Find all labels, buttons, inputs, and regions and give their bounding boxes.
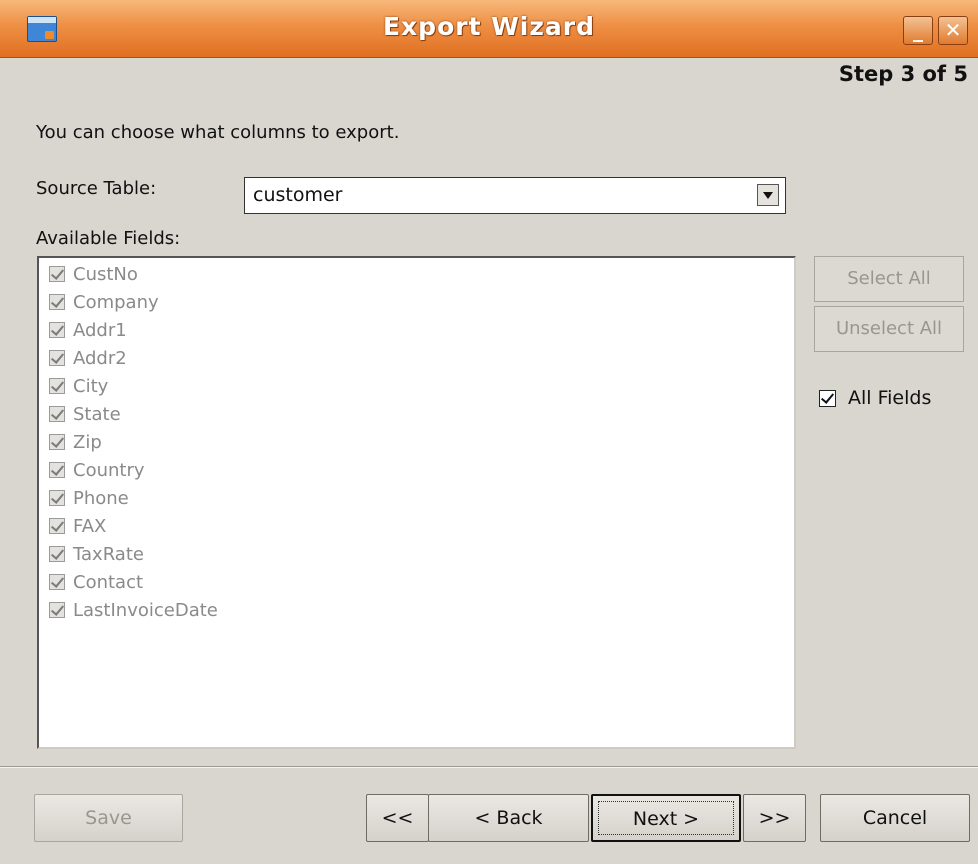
first-step-button[interactable]: <<	[366, 794, 429, 842]
checkbox-icon[interactable]	[49, 574, 65, 590]
field-item[interactable]: FAX	[49, 512, 106, 540]
field-item[interactable]: Phone	[49, 484, 129, 512]
source-table-select[interactable]: customer	[244, 177, 786, 214]
all-fields-checkbox[interactable]: All Fields	[819, 387, 931, 409]
unselect-all-button[interactable]: Unselect All	[814, 306, 964, 352]
cancel-button[interactable]: Cancel	[820, 794, 970, 842]
checkbox-icon[interactable]	[49, 266, 65, 282]
field-label: Phone	[73, 487, 129, 509]
field-item[interactable]: City	[49, 372, 108, 400]
checkbox-icon[interactable]	[49, 546, 65, 562]
checkbox-icon[interactable]	[49, 406, 65, 422]
checkbox-icon[interactable]	[49, 350, 65, 366]
field-item[interactable]: Company	[49, 288, 159, 316]
available-fields-label: Available Fields:	[36, 228, 181, 249]
title-bar[interactable]: Export Wizard _ ✕	[0, 0, 978, 58]
select-all-button[interactable]: Select All	[814, 256, 964, 302]
field-item[interactable]: TaxRate	[49, 540, 144, 568]
chevron-down-icon[interactable]	[757, 184, 779, 206]
field-item[interactable]: Zip	[49, 428, 102, 456]
field-label: City	[73, 375, 109, 397]
source-table-value: customer	[253, 184, 343, 206]
field-label: CustNo	[73, 263, 138, 285]
field-item[interactable]: LastInvoiceDate	[49, 596, 218, 624]
checkmark-icon[interactable]	[819, 389, 836, 407]
field-label: Country	[73, 459, 145, 481]
field-label: Zip	[73, 431, 102, 453]
last-step-button[interactable]: >>	[743, 794, 806, 842]
instructions-text: You can choose what columns to export.	[36, 122, 400, 143]
field-item[interactable]: State	[49, 400, 121, 428]
field-item[interactable]: Addr2	[49, 344, 127, 372]
field-label: LastInvoiceDate	[73, 599, 218, 621]
field-label: Company	[73, 291, 159, 313]
field-label: Contact	[73, 571, 144, 593]
field-label: Addr1	[73, 319, 127, 341]
checkbox-icon[interactable]	[49, 518, 65, 534]
save-button[interactable]: Save	[34, 794, 183, 842]
field-label: FAX	[73, 515, 107, 537]
field-item[interactable]: Addr1	[49, 316, 127, 344]
field-item[interactable]: Contact	[49, 568, 143, 596]
field-label: TaxRate	[73, 543, 144, 565]
checkbox-icon[interactable]	[49, 462, 65, 478]
checkbox-icon[interactable]	[49, 602, 65, 618]
field-label: State	[73, 403, 121, 425]
checkbox-icon[interactable]	[49, 490, 65, 506]
field-label: Addr2	[73, 347, 127, 369]
next-button[interactable]: Next >	[591, 794, 741, 842]
window-title: Export Wizard	[382, 12, 596, 41]
source-table-label: Source Table:	[36, 178, 157, 199]
minimize-button[interactable]: _	[903, 16, 933, 45]
step-indicator: Step 3 of 5	[838, 62, 968, 86]
next-button-label: Next >	[598, 801, 734, 835]
field-item[interactable]: Country	[49, 456, 145, 484]
close-button[interactable]: ✕	[938, 16, 968, 45]
all-fields-label: All Fields	[848, 387, 932, 409]
checkbox-icon[interactable]	[49, 294, 65, 310]
back-button[interactable]: < Back	[428, 794, 589, 842]
field-item[interactable]: CustNo	[49, 260, 138, 288]
checkbox-icon[interactable]	[49, 378, 65, 394]
available-fields-list[interactable]: CustNo Company Addr1 Addr2 City State Zip Count…	[37, 256, 796, 749]
checkbox-icon[interactable]	[49, 322, 65, 338]
checkbox-icon[interactable]	[49, 434, 65, 450]
footer-divider	[0, 766, 978, 768]
